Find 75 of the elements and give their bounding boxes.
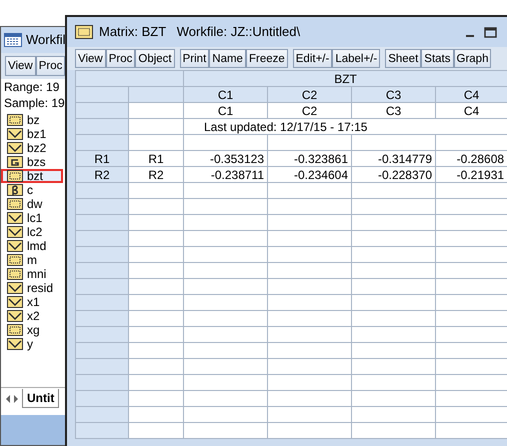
column-label: C1 (184, 102, 268, 118)
object-item[interactable]: c (1, 183, 63, 197)
series-icon (7, 282, 23, 294)
object-item[interactable]: lmd (1, 239, 63, 253)
toolbar-button[interactable]: Label+/- (332, 49, 380, 68)
table-cell: -0.228370 (352, 166, 436, 182)
column-header: C1 (184, 86, 268, 102)
minimize-icon (466, 35, 474, 37)
object-item[interactable]: x1 (1, 295, 63, 309)
object-item[interactable]: bz2 (1, 141, 63, 155)
series-icon (7, 128, 23, 140)
table-cell: -0.234604 (268, 166, 352, 182)
row-label: R2 (128, 166, 184, 182)
table-cell: -0.314779 (352, 150, 436, 166)
object-item[interactable]: mni (1, 267, 63, 281)
table-cell: -0.238711 (184, 166, 268, 182)
object-item[interactable]: resid (1, 281, 63, 295)
object-item[interactable]: xg (1, 323, 63, 337)
object-item[interactable]: bzs (1, 155, 63, 169)
object-item[interactable]: bz (1, 113, 63, 127)
series-icon (7, 310, 23, 322)
range-text: Range: 19 (3, 79, 60, 95)
series-icon (7, 240, 23, 252)
object-item[interactable]: x2 (1, 309, 63, 323)
workfile-icon (4, 33, 22, 47)
scroll-arrows-icon (5, 394, 19, 404)
toolbar-button[interactable]: Object (135, 49, 175, 68)
series-icon (7, 142, 23, 154)
row-header: R2 (76, 166, 128, 182)
object-item[interactable]: bzt (1, 169, 63, 183)
series-icon (7, 338, 23, 350)
object-item[interactable]: lc2 (1, 225, 63, 239)
matrix-icon (7, 198, 23, 210)
object-item[interactable]: m (1, 253, 63, 267)
toolbar-button[interactable]: Name (209, 49, 246, 68)
series-icon (7, 296, 23, 308)
toolbar-button[interactable]: View (75, 49, 106, 68)
sample-text: Sample: 19 (3, 95, 66, 111)
series-icon (7, 212, 23, 224)
matrix-icon (75, 25, 93, 39)
object-item[interactable]: dw (1, 197, 63, 211)
table-cell: -0.353123 (184, 150, 268, 166)
toolbar-button[interactable]: Print (180, 49, 210, 68)
toolbar-button[interactable]: View (5, 56, 36, 76)
toolbar-button[interactable]: Stats (421, 49, 454, 68)
matrix-icon (7, 268, 23, 280)
object-item[interactable]: lc1 (1, 211, 63, 225)
row-header: R1 (76, 150, 128, 166)
column-header: C2 (268, 86, 352, 102)
toolbar-button[interactable]: Freeze (246, 49, 288, 68)
table-title: BZT (184, 70, 507, 86)
window-title: Matrix: BZT Workfile: JZ::Untitled\ (99, 23, 300, 42)
matrix-icon (7, 114, 23, 126)
workfile-tab[interactable]: Untit (22, 389, 60, 408)
toolbar-button[interactable]: Edit+/- (292, 49, 332, 68)
row-label: R1 (128, 150, 184, 166)
window-title: Workfil (26, 31, 66, 50)
object-item[interactable]: bz1 (1, 127, 63, 141)
matrix-icon (7, 324, 23, 336)
column-header: C4 (436, 86, 507, 102)
object-item[interactable]: y (1, 337, 63, 351)
column-label: C3 (352, 102, 436, 118)
table-cell: -0.323861 (268, 150, 352, 166)
toolbar-button[interactable]: Sheet (385, 49, 422, 68)
matrix-icon (7, 254, 23, 266)
column-header: C3 (352, 86, 436, 102)
toolbar-button[interactable]: Graph (454, 49, 492, 68)
maximize-icon (484, 26, 497, 38)
series-icon (7, 226, 23, 238)
toolbar-button[interactable]: Proc (36, 56, 66, 76)
coefficient-icon (7, 184, 23, 196)
group-icon (7, 156, 23, 168)
matrix-icon (7, 170, 23, 182)
column-label: C2 (268, 102, 352, 118)
toolbar-button[interactable]: Proc (106, 49, 136, 68)
